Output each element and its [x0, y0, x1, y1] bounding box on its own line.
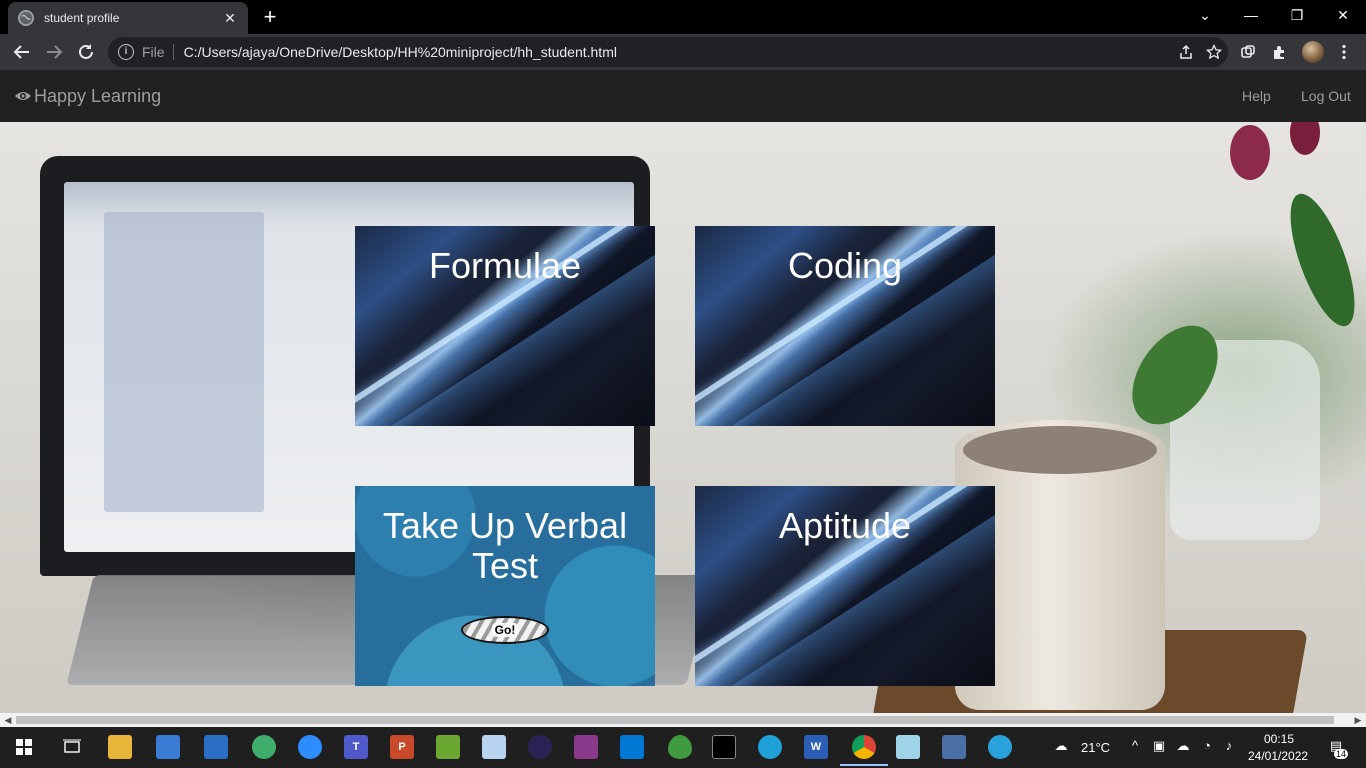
restore-icon[interactable]: ❐ — [1274, 0, 1320, 30]
verbal-test-card[interactable]: Take Up Verbal Test Go! — [355, 486, 655, 686]
zoom-icon[interactable] — [298, 735, 322, 759]
go-button-label: Go! — [491, 623, 519, 637]
address-bar[interactable]: i File C:/Users/ajaya/OneDrive/Desktop/H… — [108, 37, 1228, 67]
paint-icon[interactable] — [482, 735, 506, 759]
eclipse-icon[interactable] — [528, 735, 552, 759]
scroll-left-arrow-icon[interactable]: ◀ — [0, 713, 16, 727]
share-icon[interactable] — [1172, 38, 1200, 66]
site-navbar: Happy Learning Help Log Out — [0, 70, 1366, 122]
forward-arrow-icon[interactable] — [40, 38, 68, 66]
clock-time[interactable]: 00:15 — [1264, 732, 1294, 746]
notification-count: 14 — [1334, 749, 1349, 759]
help-link[interactable]: Help — [1242, 70, 1271, 122]
scroll-right-arrow-icon[interactable]: ▶ — [1350, 713, 1366, 727]
powerpoint-icon[interactable]: P — [390, 735, 414, 759]
tab-search-icon[interactable]: ⌄ — [1182, 0, 1228, 30]
winrar-icon[interactable] — [574, 735, 598, 759]
taskbar: T P W ☁ 21°C ^ ▣ ☁ ◔ ♪ 00:15 24/01/2022 … — [0, 727, 1366, 768]
background-leaf — [1277, 186, 1366, 334]
puzzle-icon[interactable] — [1268, 40, 1292, 64]
info-icon[interactable]: i — [118, 44, 134, 60]
volume-icon[interactable]: ♪ — [1220, 737, 1238, 755]
card-title: Aptitude — [778, 505, 912, 546]
terminal-icon[interactable] — [712, 735, 736, 759]
go-button[interactable]: Go! — [461, 616, 549, 644]
window-close-icon[interactable]: ✕ — [1320, 0, 1366, 30]
weather-temp[interactable]: 21°C — [1081, 740, 1110, 755]
virtualbox-icon[interactable] — [942, 735, 966, 759]
reload-icon[interactable] — [72, 38, 100, 66]
chrome-icon[interactable] — [840, 735, 888, 766]
browser-tab-strip: student profile ✕ + ⌄ — ❐ ✕ — [0, 0, 1366, 34]
close-tab-icon[interactable]: ✕ — [222, 10, 238, 26]
scrollbar-thumb[interactable] — [16, 716, 1334, 724]
profile-avatar[interactable] — [1302, 41, 1324, 63]
page-viewport: Happy Learning Help Log Out Formulae Cod… — [0, 70, 1366, 713]
atom-icon[interactable] — [252, 735, 276, 759]
vscode-icon[interactable] — [620, 735, 644, 759]
browser-tab[interactable]: student profile ✕ — [8, 2, 248, 34]
card-title: Formulae — [428, 245, 582, 286]
back-arrow-icon[interactable] — [8, 38, 36, 66]
news-icon[interactable] — [204, 735, 228, 759]
device-icon[interactable]: ▣ — [1150, 737, 1168, 755]
formulae-card[interactable]: Formulae — [355, 226, 655, 426]
browser-toolbar: i File C:/Users/ajaya/OneDrive/Desktop/H… — [0, 34, 1366, 70]
teams-icon[interactable]: T — [344, 735, 368, 759]
card-title: Coding — [787, 245, 903, 286]
wifi-icon[interactable]: ◔ — [1198, 737, 1216, 755]
horizontal-scrollbar[interactable]: ◀ ▶ — [0, 713, 1366, 727]
extension-icon[interactable] — [1236, 40, 1260, 64]
task-view-icon[interactable] — [60, 735, 84, 759]
card-title: Take Up Verbal Test — [382, 505, 628, 586]
new-tab-button[interactable]: + — [258, 5, 282, 29]
clock-date[interactable]: 24/01/2022 — [1248, 749, 1308, 763]
word-icon[interactable]: W — [804, 735, 828, 759]
globe-icon — [18, 10, 34, 26]
notepad-icon[interactable] — [896, 735, 920, 759]
file-explorer-icon[interactable] — [108, 735, 132, 759]
onedrive-icon[interactable]: ☁ — [1174, 737, 1192, 755]
aptitude-card[interactable]: Aptitude — [695, 486, 995, 686]
bookmark-star-icon[interactable] — [1200, 38, 1228, 66]
mongodb-icon[interactable] — [668, 735, 692, 759]
minimize-icon[interactable]: — — [1228, 0, 1274, 30]
coding-card[interactable]: Coding — [695, 226, 995, 426]
cloud-weather-icon[interactable]: ☁ — [1050, 737, 1072, 755]
minecraft-icon[interactable] — [436, 735, 460, 759]
divider — [172, 44, 174, 60]
brand-link[interactable]: Happy Learning — [14, 70, 161, 122]
brand-name: Happy Learning — [34, 85, 162, 106]
chevron-up-icon[interactable]: ^ — [1126, 737, 1144, 755]
logout-link[interactable]: Log Out — [1301, 70, 1351, 122]
telegram-icon[interactable] — [988, 735, 1012, 759]
edge-icon[interactable] — [758, 735, 782, 759]
windows-start-icon[interactable] — [12, 735, 36, 759]
menu-dots-icon[interactable] — [1332, 40, 1356, 64]
eye-icon — [14, 89, 32, 103]
url-text[interactable]: C:/Users/ajaya/OneDrive/Desktop/HH%20min… — [184, 44, 1172, 60]
tab-title: student profile — [44, 11, 120, 25]
background-flower — [1230, 125, 1270, 180]
scheme-label: File — [142, 44, 165, 60]
this-pc-icon[interactable] — [156, 735, 180, 759]
